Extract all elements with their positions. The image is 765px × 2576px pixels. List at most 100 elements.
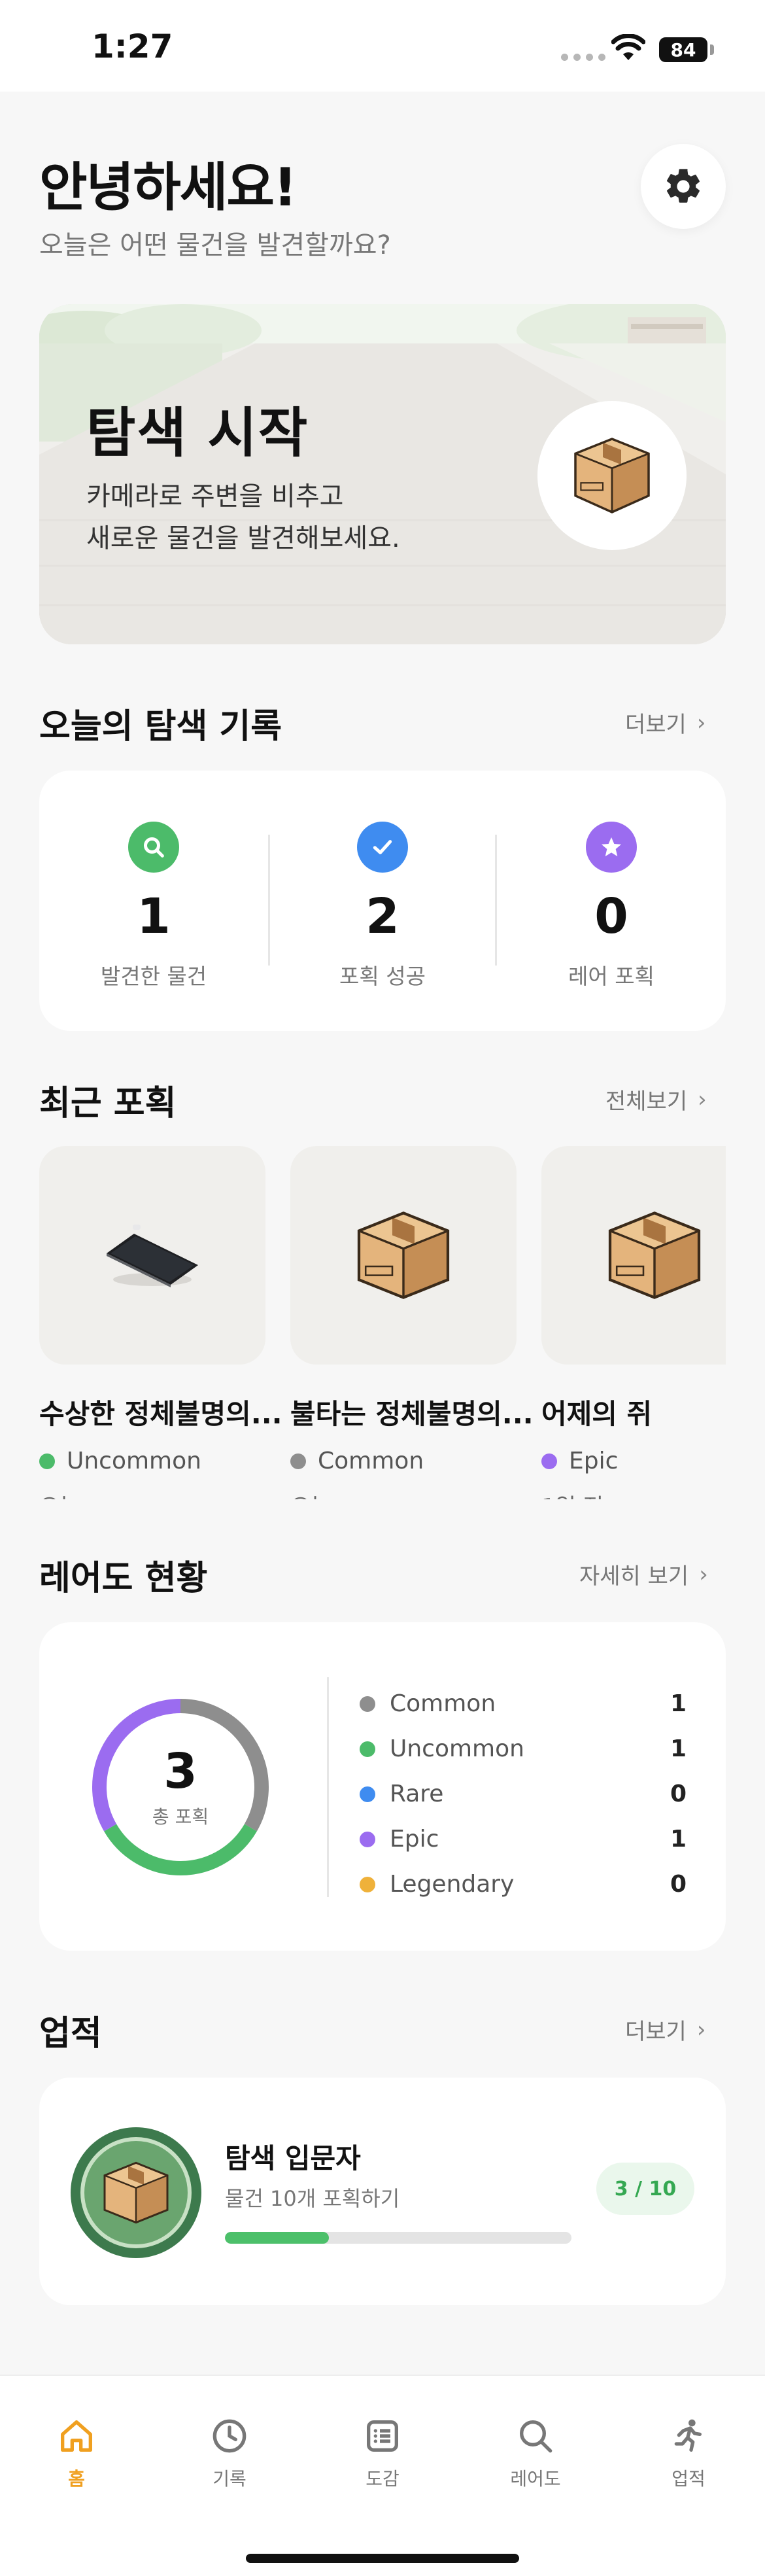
cardboard-box-icon [103,2161,169,2224]
recent-title: 최근 포획 [39,1084,177,1123]
tab-collection[interactable]: 도감 [330,2415,435,2491]
tab-history[interactable]: 기록 [177,2415,282,2491]
legend-count: 0 [670,1781,687,1807]
legend-row-common: Common 1 [360,1681,687,1726]
today-log-more-link[interactable]: 더보기 › [625,706,706,739]
rarity-details-label: 자세히 보기 [579,1563,689,1590]
achievement-progress-fill [225,2232,329,2244]
donut-total: 3 [163,1743,197,1800]
recent-item-date: 오늘 [39,1489,265,1499]
legend-name: Uncommon [390,1735,524,1762]
rarity-donut-chart: 3 총 포획 [88,1694,273,1880]
legend-row-rare: Rare 0 [360,1771,687,1817]
stat-captured: 2 포획 성공 [268,771,497,1031]
recent-capture-card[interactable]: 불타는 정체불명의... Common 오늘 [290,1146,534,1499]
recent-item-name: 어제의 쥐 [541,1398,653,1430]
status-bar: 1:27 84 [0,0,765,92]
achievement-description: 물건 10개 포획하기 [225,2186,400,2211]
tab-label: 홈 [68,2468,85,2490]
rarity-dot [39,1453,55,1469]
rarity-dot [541,1453,557,1469]
search-icon [128,822,179,873]
legend-row-legendary: Legendary 0 [360,1862,687,1907]
stat-label: 발견한 물건 [100,964,207,989]
legend-row-epic: Epic 1 [360,1817,687,1862]
divider [327,1677,329,1897]
search-icon [520,2420,552,2453]
today-log-title: 오늘의 탐색 기록 [39,707,282,746]
recent-item-date: 1일 전 [541,1489,726,1499]
legend-dot [360,1741,375,1757]
legend-count: 1 [670,1690,687,1717]
settings-button[interactable] [641,144,726,229]
achievements-title: 업적 [39,2014,102,2053]
hero-description-line2: 새로운 물건을 발견해보세요. [86,523,400,553]
stat-value: 0 [594,888,628,945]
phone-image [107,1225,198,1287]
page-title: 안녕하세요! [39,157,297,218]
stat-value: 2 [366,888,400,945]
recent-item-rarity: Uncommon [39,1448,265,1474]
recent-thumb [290,1146,517,1365]
cardboard-box-icon [574,438,650,513]
legend-name: Rare [390,1781,444,1807]
achievements-more-label: 더보기 [625,2019,687,2045]
explore-start-card[interactable]: 탐색 시작 카메라로 주변을 비추고 새로운 물건을 발견해보세요. [39,304,726,644]
wifi-icon [611,34,645,60]
legend-dot [360,1786,375,1802]
legend-count: 1 [670,1826,687,1853]
tab-achievements[interactable]: 업적 [636,2415,741,2491]
chevron-right-icon: › [696,2016,706,2043]
donut-center: 3 총 포획 [88,1694,273,1880]
list-icon [367,2420,398,2452]
tab-rarity[interactable]: 레어도 [483,2415,588,2491]
legend-dot [360,1876,375,1892]
hero-description-line1: 카메라로 주변을 비추고 [86,481,344,512]
check-icon [357,822,408,873]
rarity-label: Uncommon [67,1448,201,1474]
legend-name: Common [390,1690,496,1717]
achievement-card[interactable]: 탐색 입문자 물건 10개 포획하기 3 / 10 [39,2078,726,2305]
legend-count: 0 [670,1871,687,1898]
gear-icon [666,169,700,203]
runner-icon [674,2419,702,2452]
achievements-more-link[interactable]: 더보기 › [625,2013,706,2045]
recent-capture-card[interactable]: 어제의 쥐 Epic 1일 전 [541,1146,726,1499]
stat-label: 포획 성공 [339,964,426,989]
rarity-label: Common [318,1448,424,1474]
today-stats-card: 1 발견한 물건 2 포획 성공 0 레어 포획 [39,771,726,1031]
rarity-label: Epic [569,1448,619,1474]
rarity-details-link[interactable]: 자세히 보기 › [579,1558,708,1590]
recent-see-all-label: 전체보기 [605,1088,688,1115]
rarity-legend: Common 1 Uncommon 1 Rare 0 Epic 1 Legend… [360,1681,687,1907]
recent-capture-card[interactable]: 수상한 정체불명의... Uncommon 오늘 [39,1146,282,1499]
legend-name: Legendary [390,1871,515,1898]
legend-dot [360,1696,375,1712]
rarity-title: 레어도 현황 [39,1559,208,1598]
achievement-progress-pill: 3 / 10 [596,2163,694,2215]
recent-see-all-link[interactable]: 전체보기 › [605,1083,707,1115]
today-log-more-label: 더보기 [625,712,687,738]
legend-row-uncommon: Uncommon 1 [360,1726,687,1771]
recent-thumb [541,1146,726,1365]
stat-rare: 0 레어 포획 [497,771,726,1031]
hero-box-icon-circle [537,401,687,550]
hero-title: 탐색 시작 [86,402,309,464]
recent-thumb [39,1146,265,1365]
chevron-right-icon: › [696,709,706,736]
clock-icon [212,2419,246,2453]
tab-label: 업적 [672,2468,706,2490]
achievement-badge-inner [80,2137,192,2248]
recent-item-rarity: Common [290,1448,517,1474]
achievement-progress-bar [225,2232,571,2244]
hero-description: 카메라로 주변을 비추고 새로운 물건을 발견해보세요. [86,476,492,559]
home-indicator [246,2554,519,2563]
achievement-title: 탐색 입문자 [225,2142,361,2174]
cellular-signal-icon [561,54,605,61]
tab-home[interactable]: 홈 [24,2415,129,2491]
recent-item-date: 오늘 [290,1489,517,1499]
achievement-badge [71,2127,201,2258]
tab-label: 기록 [212,2468,246,2490]
recent-item-rarity: Epic [541,1448,726,1474]
battery-indicator: 84 [659,37,707,62]
